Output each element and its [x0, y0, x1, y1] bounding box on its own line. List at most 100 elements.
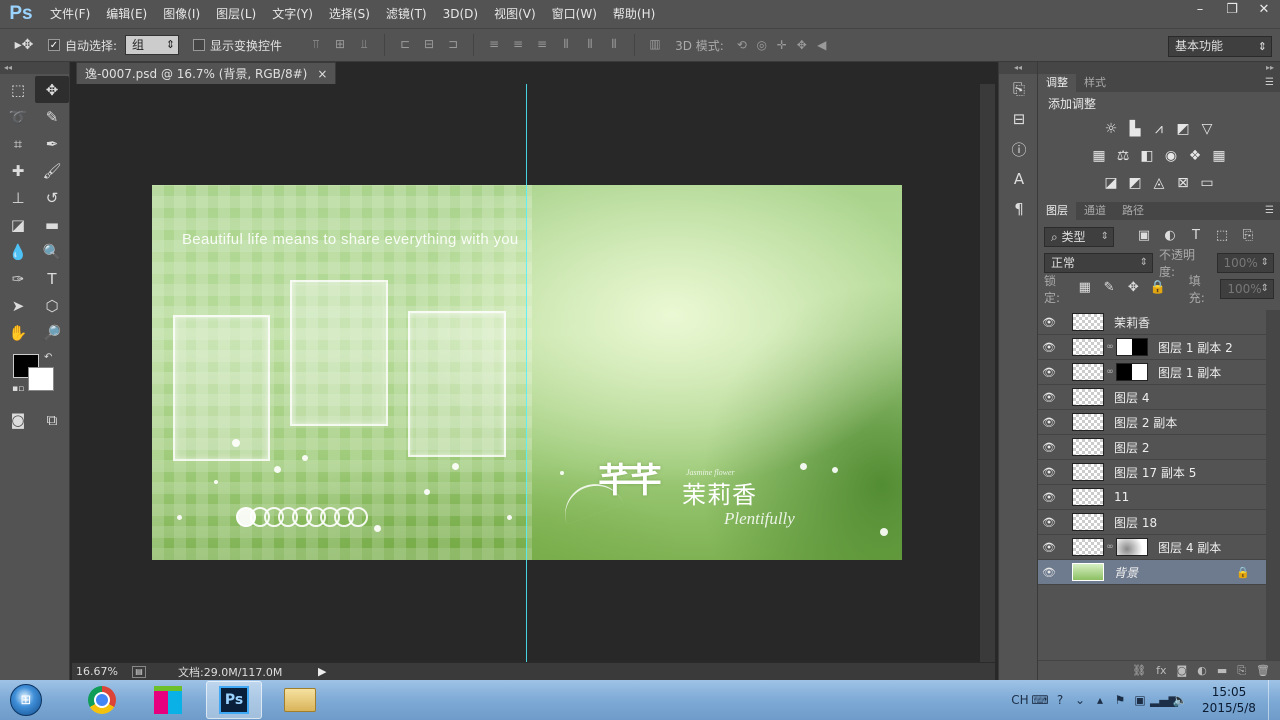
auto-select-checkbox-wrap[interactable]: ✓ 自动选择:: [48, 37, 117, 54]
show-transform-wrap[interactable]: 显示变换控件: [193, 37, 282, 54]
posterize-icon[interactable]: ◩: [1126, 174, 1144, 192]
visibility-eye-icon[interactable]: 👁: [1038, 341, 1060, 354]
align-hcenter-icon[interactable]: ⊟: [419, 34, 439, 54]
brightness-icon[interactable]: ☼: [1102, 120, 1120, 138]
curves-icon[interactable]: ⩘: [1150, 120, 1168, 138]
collapse-panels-icon[interactable]: ▸▸: [1038, 62, 1280, 74]
filter-pixel-icon[interactable]: ▣: [1134, 228, 1154, 246]
black-white-icon[interactable]: ◧: [1138, 147, 1156, 165]
lock-position-icon[interactable]: ✥: [1124, 280, 1142, 298]
artwork-canvas[interactable]: Beautiful life means to share everything…: [152, 185, 902, 560]
exposure-icon[interactable]: ◩: [1174, 120, 1192, 138]
screen-mode-icon[interactable]: ⧉: [35, 406, 69, 433]
menu-view[interactable]: 视图(V): [486, 0, 544, 28]
selective-color-icon[interactable]: ⊠: [1174, 174, 1192, 192]
mask-link-icon[interactable]: ∞: [1105, 542, 1115, 552]
opacity-input[interactable]: 100%: [1216, 253, 1275, 273]
visibility-eye-icon[interactable]: 👁: [1038, 366, 1060, 379]
keyboard-icon[interactable]: ⌨: [1030, 693, 1050, 707]
visibility-eye-icon[interactable]: 👁: [1038, 566, 1060, 579]
help-icon[interactable]: ?: [1050, 693, 1070, 707]
distribute-bottom-icon[interactable]: ≡: [532, 34, 552, 54]
options-icon[interactable]: ⌄: [1070, 693, 1090, 707]
visibility-eye-icon[interactable]: 👁: [1038, 441, 1060, 454]
paragraph-panel-icon[interactable]: ¶: [999, 194, 1039, 224]
layer-filter-dropdown[interactable]: ⌕ 类型: [1044, 227, 1114, 247]
filter-shape-icon[interactable]: ⬚: [1212, 228, 1232, 246]
taskbar-explorer[interactable]: [272, 681, 328, 719]
start-button[interactable]: ⊞: [6, 681, 46, 719]
panel-menu-icon[interactable]: ☰: [1265, 202, 1274, 220]
3d-scale-icon[interactable]: ◀: [812, 35, 832, 55]
align-left-icon[interactable]: ⊏: [395, 34, 415, 54]
panel-menu-icon[interactable]: ☰: [1265, 74, 1274, 92]
marquee-tool-icon[interactable]: ⬚: [1, 76, 35, 103]
layer-style-icon[interactable]: fx: [1156, 664, 1166, 677]
distribute-left-icon[interactable]: ⦀: [556, 34, 576, 54]
layer-row[interactable]: 👁 ∞ 图层 4 副本: [1038, 535, 1266, 560]
auto-select-dropdown[interactable]: 组: [125, 35, 180, 55]
filter-adjustment-icon[interactable]: ◐: [1160, 228, 1180, 246]
channel-mixer-icon[interactable]: ❖: [1186, 147, 1204, 165]
align-top-icon[interactable]: ⫪: [306, 34, 326, 54]
type-tool-icon[interactable]: T: [35, 265, 69, 292]
layer-row[interactable]: 👁 ∞ 图层 1 副本 2: [1038, 335, 1266, 360]
color-lookup-icon[interactable]: ▦: [1210, 147, 1228, 165]
3d-rotate-icon[interactable]: ⟲: [732, 35, 752, 55]
move-tool-icon[interactable]: ✥: [35, 76, 69, 103]
status-proof-icon[interactable]: ▤: [132, 665, 146, 678]
3d-slide-icon[interactable]: ✥: [792, 35, 812, 55]
visibility-eye-icon[interactable]: 👁: [1038, 466, 1060, 479]
clock[interactable]: 15:05 2015/5/8: [1190, 684, 1268, 716]
action-center-icon[interactable]: ⚑: [1110, 693, 1130, 707]
visibility-eye-icon[interactable]: 👁: [1038, 516, 1060, 529]
add-mask-icon[interactable]: ◙: [1177, 664, 1188, 677]
clone-stamp-icon[interactable]: ⊥: [1, 184, 35, 211]
menu-file[interactable]: 文件(F): [42, 0, 98, 28]
lock-transparent-icon[interactable]: ▦: [1076, 280, 1094, 298]
background-color[interactable]: [28, 367, 54, 391]
menu-help[interactable]: 帮助(H): [605, 0, 663, 28]
quick-select-tool-icon[interactable]: ✎: [35, 103, 69, 130]
tab-layers[interactable]: 图层: [1038, 202, 1076, 220]
menu-type[interactable]: 文字(Y): [264, 0, 321, 28]
visibility-eye-icon[interactable]: 👁: [1038, 316, 1060, 329]
dodge-tool-icon[interactable]: 🔍: [35, 238, 69, 265]
threshold-icon[interactable]: ◬: [1150, 174, 1168, 192]
visibility-eye-icon[interactable]: 👁: [1038, 541, 1060, 554]
auto-select-checkbox[interactable]: ✓: [48, 39, 60, 51]
layer-row-selected[interactable]: 👁 背景 🔒: [1038, 560, 1266, 585]
fill-input[interactable]: 100%: [1220, 279, 1274, 299]
menu-3d[interactable]: 3D(D): [435, 0, 486, 28]
invert-icon[interactable]: ◪: [1102, 174, 1120, 192]
lock-all-icon[interactable]: 🔒: [1148, 280, 1166, 298]
info-panel-icon[interactable]: ⓘ: [999, 134, 1039, 164]
tab-adjustments[interactable]: 调整: [1038, 74, 1076, 92]
tab-channels[interactable]: 通道: [1076, 202, 1114, 220]
new-layer-icon[interactable]: ⎘: [1237, 664, 1246, 678]
lasso-tool-icon[interactable]: ➰: [1, 103, 35, 130]
tab-styles[interactable]: 样式: [1076, 74, 1114, 92]
menu-image[interactable]: 图像(I): [155, 0, 208, 28]
swap-colors-icon[interactable]: ↶: [44, 352, 52, 363]
close-button[interactable]: ✕: [1248, 0, 1280, 20]
blend-mode-dropdown[interactable]: 正常: [1044, 253, 1153, 273]
distribute-top-icon[interactable]: ≡: [484, 34, 504, 54]
eraser-tool-icon[interactable]: ◪: [1, 211, 35, 238]
visibility-eye-icon[interactable]: 👁: [1038, 491, 1060, 504]
layer-row[interactable]: 👁 11: [1038, 485, 1266, 510]
new-adjustment-icon[interactable]: ◐: [1197, 664, 1207, 677]
delete-layer-icon[interactable]: 🗑: [1256, 664, 1270, 677]
mask-link-icon[interactable]: ∞: [1105, 342, 1115, 352]
blur-tool-icon[interactable]: 💧: [1, 238, 35, 265]
hue-saturation-icon[interactable]: ▦: [1090, 147, 1108, 165]
show-transform-checkbox[interactable]: [193, 39, 206, 51]
layer-row[interactable]: 👁 图层 2: [1038, 435, 1266, 460]
visibility-eye-icon[interactable]: 👁: [1038, 391, 1060, 404]
zoom-tool-icon[interactable]: 🔎: [35, 319, 69, 346]
crop-tool-icon[interactable]: ⌗: [1, 130, 35, 157]
menu-select[interactable]: 选择(S): [321, 0, 378, 28]
device-icon[interactable]: ▣: [1130, 693, 1150, 707]
auto-align-icon[interactable]: ▥: [645, 34, 665, 54]
align-vcenter-icon[interactable]: ⊞: [330, 34, 350, 54]
